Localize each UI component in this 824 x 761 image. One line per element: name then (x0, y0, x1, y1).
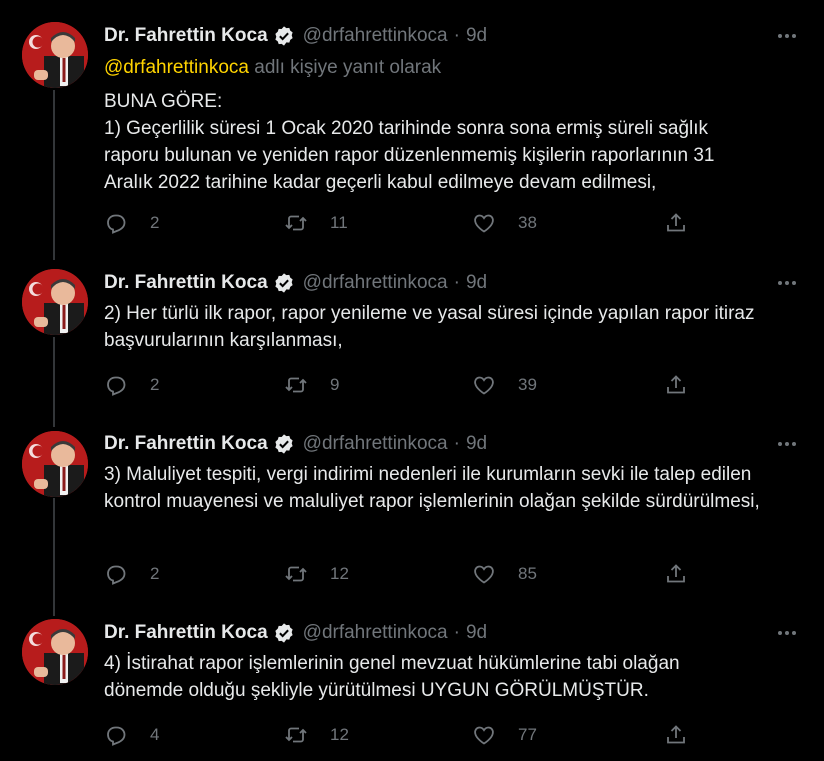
reply-mention[interactable]: @drfahrettinkoca (104, 57, 249, 78)
tweet-actions: 2 9 39 (104, 371, 704, 399)
retweet-icon (285, 727, 307, 743)
share-icon (667, 213, 685, 232)
author-handle[interactable]: @drfahrettinkoca (303, 622, 448, 644)
timestamp[interactable]: 9d (466, 433, 487, 455)
retweet-icon (285, 215, 307, 231)
avatar[interactable] (22, 619, 88, 685)
verified-badge-icon (273, 622, 295, 644)
share-button[interactable] (664, 371, 688, 399)
tweet[interactable]: Dr. Fahrettin Koca @drfahrettinkoca · 9d… (0, 428, 824, 618)
tweet-text: 4) İstirahat rapor işlemlerinin genel me… (104, 650, 764, 704)
like-button[interactable]: 77 (472, 721, 537, 749)
like-count: 39 (518, 375, 537, 394)
like-button[interactable]: 85 (472, 560, 537, 588)
share-button[interactable] (664, 560, 688, 588)
separator-dot: · (453, 272, 460, 293)
separator-dot: · (453, 622, 460, 643)
reply-to-line: @drfahrettinkoca adlı kişiye yanıt olara… (104, 57, 441, 79)
tweet-text-line: 4) İstirahat rapor işlemlerinin genel me… (104, 653, 680, 701)
retweet-button[interactable]: 12 (284, 721, 349, 749)
reply-to-suffix: adlı kişiye yanıt olarak (254, 57, 442, 78)
tweet-header: Dr. Fahrettin Koca @drfahrettinkoca · 9d (104, 621, 487, 645)
tweet-header: Dr. Fahrettin Koca @drfahrettinkoca · 9d (104, 271, 487, 295)
share-button[interactable] (664, 721, 688, 749)
author-name[interactable]: Dr. Fahrettin Koca (104, 25, 268, 47)
more-icon[interactable] (776, 272, 798, 294)
share-button[interactable] (664, 209, 688, 237)
tweet-text-line: 1) Geçerlilik süresi 1 Ocak 2020 tarihin… (104, 118, 715, 193)
heart-icon (474, 565, 494, 584)
reply-icon (107, 726, 126, 746)
tweet[interactable]: Dr. Fahrettin Koca @drfahrettinkoca · 9d… (0, 618, 824, 761)
retweet-count: 12 (330, 564, 349, 583)
reply-count: 4 (150, 725, 160, 744)
heart-icon (474, 376, 494, 395)
more-icon[interactable] (776, 25, 798, 47)
retweet-button[interactable]: 9 (284, 371, 339, 399)
tweet-actions: 4 12 77 (104, 721, 704, 749)
tweet-actions: 2 11 38 (104, 209, 704, 237)
retweet-button[interactable]: 11 (284, 209, 348, 237)
reply-count: 2 (150, 375, 160, 394)
tweet-text: BUNA GÖRE: 1) Geçerlilik süresi 1 Ocak 2… (104, 88, 764, 196)
like-button[interactable]: 39 (472, 371, 537, 399)
separator-dot: · (453, 433, 460, 454)
reply-count: 2 (150, 564, 160, 583)
tweet-actions: 2 12 85 (104, 560, 704, 588)
timestamp[interactable]: 9d (466, 25, 487, 47)
separator-dot: · (453, 25, 460, 46)
share-icon (667, 725, 685, 744)
like-count: 38 (518, 213, 537, 232)
share-icon (667, 564, 685, 583)
timestamp[interactable]: 9d (466, 272, 487, 294)
verified-badge-icon (273, 272, 295, 294)
timestamp[interactable]: 9d (466, 622, 487, 644)
more-icon[interactable] (776, 433, 798, 455)
reply-icon (107, 214, 126, 234)
tweet[interactable]: Dr. Fahrettin Koca @drfahrettinkoca · 9d… (0, 260, 824, 428)
retweet-icon (285, 377, 307, 393)
tweet-text: 3) Maluliyet tespiti, vergi indirimi ned… (104, 461, 764, 515)
tweet-text-line: BUNA GÖRE: (104, 91, 223, 112)
verified-badge-icon (273, 433, 295, 455)
verified-badge-icon (273, 25, 295, 47)
retweet-count: 9 (330, 375, 340, 394)
retweet-count: 11 (330, 213, 348, 232)
reply-button[interactable]: 2 (104, 209, 159, 237)
reply-count: 2 (150, 213, 160, 232)
avatar[interactable] (22, 269, 88, 335)
like-count: 85 (518, 564, 537, 583)
author-name[interactable]: Dr. Fahrettin Koca (104, 622, 268, 644)
avatar[interactable] (22, 431, 88, 497)
tweet-header: Dr. Fahrettin Koca @drfahrettinkoca · 9d (104, 432, 487, 456)
heart-icon (474, 726, 494, 745)
tweet-text: 2) Her türlü ilk rapor, rapor yenileme v… (104, 300, 764, 354)
tweet-header: Dr. Fahrettin Koca @drfahrettinkoca · 9d (104, 24, 487, 48)
reply-icon (107, 376, 126, 396)
author-name[interactable]: Dr. Fahrettin Koca (104, 272, 268, 294)
avatar[interactable] (22, 22, 88, 88)
author-handle[interactable]: @drfahrettinkoca (303, 272, 448, 294)
like-button[interactable]: 38 (472, 209, 537, 237)
retweet-icon (285, 566, 307, 582)
reply-button[interactable]: 2 (104, 371, 159, 399)
author-handle[interactable]: @drfahrettinkoca (303, 433, 448, 455)
retweet-button[interactable]: 12 (284, 560, 349, 588)
tweet[interactable]: Dr. Fahrettin Koca @drfahrettinkoca · 9d… (0, 0, 824, 260)
author-handle[interactable]: @drfahrettinkoca (303, 25, 448, 47)
reply-button[interactable]: 2 (104, 560, 159, 588)
retweet-count: 12 (330, 725, 349, 744)
like-count: 77 (518, 725, 537, 744)
reply-button[interactable]: 4 (104, 721, 159, 749)
heart-icon (474, 214, 494, 233)
tweet-text-line: 3) Maluliyet tespiti, vergi indirimi ned… (104, 464, 760, 512)
reply-icon (107, 565, 126, 585)
tweet-text-line: 2) Her türlü ilk rapor, rapor yenileme v… (104, 303, 755, 351)
more-icon[interactable] (776, 622, 798, 644)
share-icon (667, 375, 685, 394)
author-name[interactable]: Dr. Fahrettin Koca (104, 433, 268, 455)
